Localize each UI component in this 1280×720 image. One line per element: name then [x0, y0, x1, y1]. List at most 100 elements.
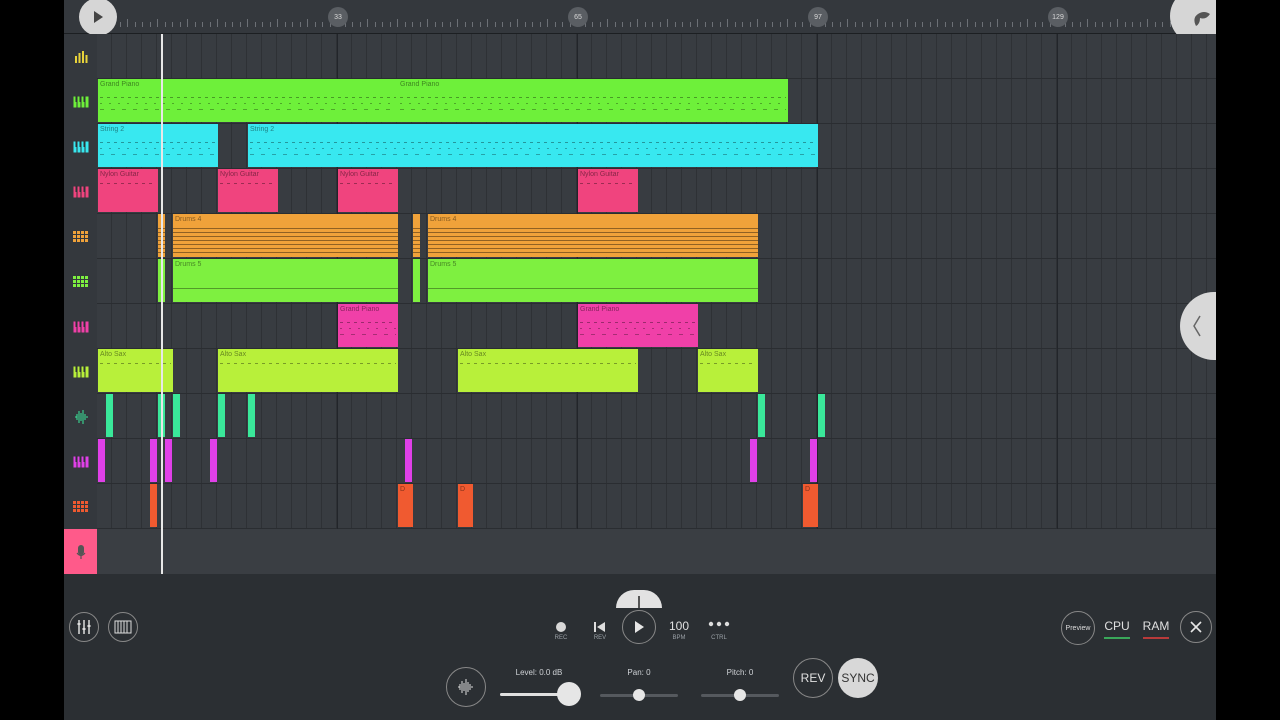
- audio-clip[interactable]: [248, 394, 255, 437]
- ruler-tick: [742, 22, 743, 27]
- pattern-clip[interactable]: Grand Piano: [398, 79, 788, 122]
- close-icon: [1190, 621, 1202, 633]
- mixer-button[interactable]: [69, 612, 99, 642]
- waveform-icon[interactable]: [64, 394, 97, 439]
- ruler-tick: [727, 19, 728, 27]
- collapse-panel-tab[interactable]: [1180, 292, 1216, 360]
- pattern-clip[interactable]: String 2: [248, 124, 818, 167]
- audio-clip[interactable]: [106, 394, 113, 437]
- piano-keys-icon[interactable]: [64, 304, 97, 349]
- audio-clip[interactable]: [218, 394, 225, 437]
- pattern-clip[interactable]: Alto Sax: [218, 349, 398, 392]
- clip-notes: [580, 318, 696, 341]
- pattern-clip[interactable]: [150, 439, 157, 482]
- clip-notes: [220, 183, 276, 206]
- pull-up-handle[interactable]: [616, 590, 662, 608]
- piano-roll-button[interactable]: [108, 612, 138, 642]
- pattern-clip[interactable]: [98, 439, 105, 482]
- ruler-tick: [457, 19, 458, 27]
- bar-marker[interactable]: 129: [1048, 7, 1068, 27]
- pattern-clip[interactable]: D: [398, 484, 413, 527]
- bar-line: [1057, 34, 1058, 574]
- bar-chart-icon[interactable]: [64, 34, 97, 79]
- pattern-clip[interactable]: Nylon Guitar: [578, 169, 638, 212]
- ruler-tick: [449, 22, 451, 27]
- ruler-tick: [884, 22, 886, 27]
- sync-button[interactable]: SYNC: [838, 658, 878, 698]
- recording-lane: [97, 529, 1216, 574]
- playlist-grid[interactable]: Grand Piano Grand Piano String 2 String …: [97, 34, 1216, 574]
- ruler-tick: [404, 22, 406, 27]
- bar-marker[interactable]: 33: [328, 7, 348, 27]
- ruler-tick: [1139, 22, 1141, 27]
- pitch-slider-knob[interactable]: [734, 689, 746, 701]
- bpm-value[interactable]: 100: [664, 619, 694, 633]
- pattern-clip[interactable]: [165, 439, 172, 482]
- timeline-ruler[interactable]: 33 65 97 129: [64, 0, 1216, 44]
- piano-keys-icon[interactable]: [64, 169, 97, 214]
- microphone-icon[interactable]: [64, 529, 97, 574]
- pattern-clip[interactable]: Nylon Guitar: [218, 169, 278, 212]
- ruler-tick: [1132, 22, 1133, 27]
- step-sequencer-icon[interactable]: [64, 214, 97, 259]
- pattern-clip[interactable]: [750, 439, 757, 482]
- pattern-clip[interactable]: Grand Piano: [578, 304, 698, 347]
- pattern-clip[interactable]: [150, 484, 157, 527]
- pattern-clip[interactable]: Nylon Guitar: [98, 169, 158, 212]
- playhead[interactable]: [161, 34, 163, 574]
- pattern-clip[interactable]: D: [458, 484, 473, 527]
- ruler-tick: [599, 22, 601, 27]
- ruler-tick: [854, 22, 856, 27]
- ruler-tick: [959, 22, 961, 27]
- pattern-clip[interactable]: Grand Piano: [98, 79, 398, 122]
- audio-clip[interactable]: [758, 394, 765, 437]
- pattern-clip[interactable]: Drums 5: [428, 259, 758, 302]
- ruler-tick: [322, 22, 323, 27]
- clip-label: Nylon Guitar: [580, 171, 619, 178]
- pan-slider-knob[interactable]: [633, 689, 645, 701]
- pattern-clip[interactable]: String 2: [98, 124, 218, 167]
- play-pattern-button[interactable]: [79, 0, 117, 36]
- piano-keys-icon[interactable]: [64, 79, 97, 124]
- pattern-clip[interactable]: Drums 4: [428, 214, 758, 257]
- step-sequencer-icon[interactable]: [64, 259, 97, 304]
- clip-label: Grand Piano: [580, 306, 620, 313]
- pattern-clip[interactable]: Grand Piano: [338, 304, 398, 347]
- ruler-tick: [359, 22, 361, 27]
- pattern-clip[interactable]: Alto Sax: [458, 349, 638, 392]
- pattern-clip[interactable]: [413, 259, 420, 302]
- preview-button[interactable]: Preview: [1061, 611, 1095, 645]
- bar-marker[interactable]: 65: [568, 7, 588, 27]
- level-slider-knob[interactable]: [556, 682, 581, 706]
- audio-clip[interactable]: [173, 394, 180, 437]
- clip-notes: [340, 318, 396, 341]
- pattern-clip[interactable]: D: [803, 484, 818, 527]
- piano-keys-icon[interactable]: [64, 349, 97, 394]
- pattern-clip[interactable]: [405, 439, 412, 482]
- pattern-clip[interactable]: Drums 4: [173, 214, 398, 257]
- bar-marker[interactable]: 97: [808, 7, 828, 27]
- pattern-clip[interactable]: Nylon Guitar: [338, 169, 398, 212]
- pattern-clip[interactable]: [810, 439, 817, 482]
- mixer-icon: [77, 620, 91, 634]
- sample-waveform-button[interactable]: [446, 667, 486, 707]
- audio-clip[interactable]: [818, 394, 825, 437]
- ruler-tick: [907, 19, 908, 27]
- step-sequencer-icon[interactable]: [64, 484, 97, 529]
- close-button[interactable]: [1180, 611, 1212, 643]
- ruler-tick: [412, 22, 413, 27]
- pattern-clip[interactable]: [413, 214, 420, 257]
- clip-label: D: [460, 486, 466, 493]
- ctrl-button[interactable]: [704, 612, 734, 636]
- piano-keys-icon[interactable]: [64, 124, 97, 169]
- clip-label: Alto Sax: [460, 351, 487, 358]
- piano-keys-icon[interactable]: [64, 439, 97, 484]
- reverse-button[interactable]: REV: [793, 658, 833, 698]
- pattern-clip[interactable]: Drums 5: [173, 259, 398, 302]
- pattern-clip[interactable]: [210, 439, 217, 482]
- pattern-clip[interactable]: Alto Sax: [698, 349, 758, 392]
- ruler-tick: [232, 22, 233, 27]
- ruler-tick: [929, 22, 931, 27]
- ruler-tick: [674, 22, 676, 27]
- play-button[interactable]: [622, 610, 656, 644]
